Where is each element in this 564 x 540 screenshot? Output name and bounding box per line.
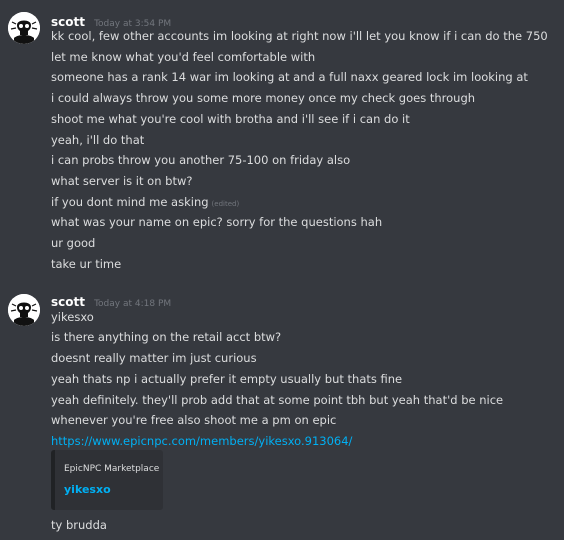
chat-message-list: scott Today at 3:54 PM kk cool, few othe… <box>0 0 564 540</box>
message-line: is there anything on the retail acct btw… <box>51 330 282 344</box>
message-line: https://www.epicnpc.com/members/yikesxo.… <box>51 433 352 449</box>
embed-title-link[interactable]: yikesxo <box>64 483 111 497</box>
skull-avatar-icon <box>8 294 40 326</box>
message-text: if you dont mind me asking <box>51 195 209 209</box>
message-line: whenever you're free also shoot me a pm … <box>51 413 337 427</box>
message-line: kk cool, few other accounts im looking a… <box>51 29 548 43</box>
message-header: scott Today at 4:18 PM <box>51 291 171 309</box>
message-line-edited: if you dont mind me asking (edited) <box>51 194 239 212</box>
message-line: ur good <box>51 236 96 250</box>
avatar[interactable] <box>8 12 40 44</box>
edited-label: (edited) <box>211 200 240 208</box>
message-line: what server is it on btw? <box>51 174 193 188</box>
username[interactable]: scott <box>51 15 85 29</box>
message-line: i could always throw you some more money… <box>51 91 476 105</box>
timestamp[interactable]: Today at 4:18 PM <box>94 299 171 309</box>
link-embed: EpicNPC Marketplace yikesxo <box>51 450 163 510</box>
message-line: yeah, i'll do that <box>51 133 145 147</box>
message-line: i can probs throw you another 75-100 on … <box>51 153 351 167</box>
message-line: take ur time <box>51 257 122 271</box>
message-header: scott Today at 3:54 PM <box>51 11 171 29</box>
message-line: shoot me what you're cool with brotha an… <box>51 112 410 126</box>
message-line: ty brudda <box>51 518 107 532</box>
message-line: yeah thats np i actually prefer it empty… <box>51 372 403 386</box>
message-line: yikesxo <box>51 310 94 324</box>
message-line: doesnt really matter im just curious <box>51 351 257 365</box>
username[interactable]: scott <box>51 295 85 309</box>
message-line: what was your name on epic? sorry for th… <box>51 215 383 229</box>
skull-avatar-icon <box>8 12 40 44</box>
message-line: someone has a rank 14 war im looking at … <box>51 70 528 84</box>
message-line: yeah definitely. they'll prob add that a… <box>51 393 504 407</box>
embed-provider: EpicNPC Marketplace <box>64 464 160 474</box>
avatar[interactable] <box>8 294 40 326</box>
profile-link[interactable]: https://www.epicnpc.com/members/yikesxo.… <box>51 434 352 448</box>
message-line: let me know what you'd feel comfortable … <box>51 50 316 64</box>
